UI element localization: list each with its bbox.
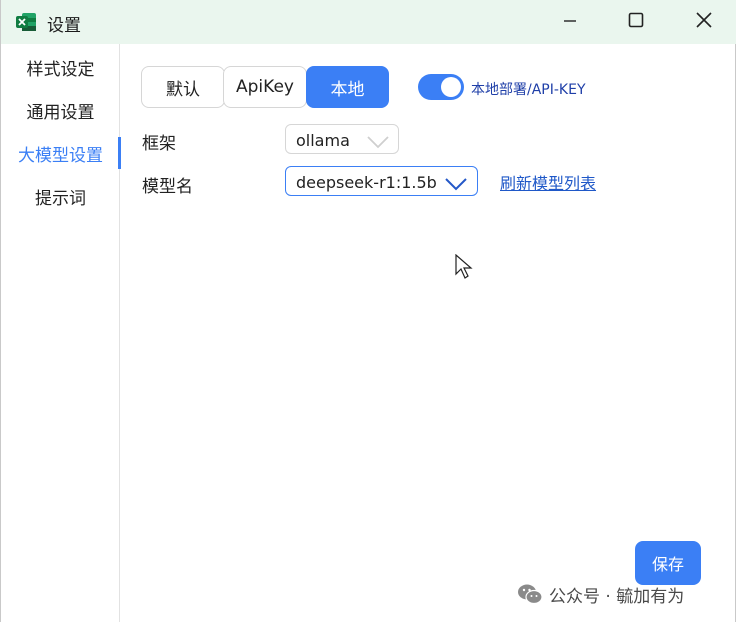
- watermark: 公众号 · 毓加有为: [517, 582, 685, 607]
- sidebar-item-general[interactable]: 通用设置: [1, 92, 120, 128]
- chevron-down-icon: [366, 134, 390, 149]
- deployment-toggle[interactable]: [418, 74, 464, 100]
- sidebar-item-label: 样式设定: [26, 59, 95, 80]
- toggle-label: 本地部署/API-KEY: [471, 82, 586, 98]
- maximize-button[interactable]: [613, 0, 659, 44]
- maximize-icon: [628, 12, 644, 32]
- excel-icon: [15, 12, 37, 32]
- sidebar-item-label: 大模型设置: [18, 145, 103, 166]
- sidebar-item-label: 通用设置: [26, 102, 95, 123]
- refresh-model-list-link[interactable]: 刷新模型列表: [500, 170, 596, 194]
- tab-label: ApiKey: [236, 77, 294, 97]
- close-button[interactable]: [681, 0, 727, 44]
- model-name-label: 模型名: [142, 177, 193, 197]
- chevron-down-icon: [444, 176, 468, 191]
- save-button-label: 保存: [651, 555, 684, 574]
- framework-value: ollama: [296, 131, 350, 150]
- tab-label: 默认: [166, 79, 200, 100]
- framework-label: 框架: [142, 134, 176, 154]
- save-button[interactable]: 保存: [635, 541, 701, 585]
- sidebar-item-style[interactable]: 样式设定: [1, 49, 120, 85]
- window-title: 设置: [47, 16, 81, 36]
- close-icon: [696, 12, 712, 32]
- tab-label: 本地: [330, 79, 365, 100]
- settings-sidebar: 样式设定 通用设置 大模型设置 提示词: [1, 44, 121, 622]
- settings-window: 设置 样式设定 通用设置 大模型设置 提示词 默认 ApiKey 本地 本地部署…: [0, 0, 736, 622]
- framework-select[interactable]: ollama: [285, 124, 399, 154]
- minimize-icon: [563, 13, 577, 32]
- sidebar-item-prompts[interactable]: 提示词: [1, 178, 120, 214]
- watermark-text: 公众号 · 毓加有为: [549, 586, 685, 607]
- tab-apikey[interactable]: ApiKey: [223, 66, 307, 108]
- sidebar-item-label: 提示词: [35, 188, 86, 209]
- title-bar[interactable]: 设置: [1, 0, 736, 44]
- model-name-select[interactable]: deepseek-r1:1.5b: [285, 166, 478, 196]
- tab-local[interactable]: 本地: [306, 66, 389, 108]
- toggle-knob: [441, 77, 461, 97]
- wechat-icon: [517, 583, 543, 605]
- tab-default[interactable]: 默认: [141, 66, 225, 108]
- minimize-button[interactable]: [547, 0, 593, 44]
- sidebar-item-llm[interactable]: 大模型设置: [1, 135, 121, 171]
- model-name-value: deepseek-r1:1.5b: [296, 173, 437, 192]
- active-indicator: [118, 137, 121, 169]
- mouse-cursor-icon: [455, 253, 473, 280]
